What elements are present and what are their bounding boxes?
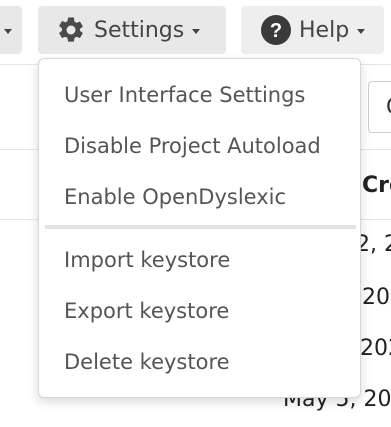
gear-icon <box>56 15 86 45</box>
menu-item-enable-opendyslexic[interactable]: Enable OpenDyslexic <box>39 174 360 220</box>
app-window: Settings ? Help C Crea 2, 2 20 202 May 5… <box>0 0 391 427</box>
table-cell-date: 202 <box>360 336 391 361</box>
toolbar-left-dropdown-button[interactable] <box>0 6 22 54</box>
menu-item-delete-keystore[interactable]: Delete keystore <box>39 339 360 385</box>
menu-divider <box>45 225 356 229</box>
settings-dropdown-menu: User Interface Settings Disable Project … <box>38 58 361 398</box>
chevron-down-icon <box>4 28 12 34</box>
column-header-created[interactable]: Crea <box>362 173 391 198</box>
svg-text:?: ? <box>270 20 282 42</box>
top-toolbar: Settings ? Help <box>0 0 391 65</box>
menu-item-export-keystore[interactable]: Export keystore <box>39 288 360 334</box>
table-header-control-label: C <box>386 95 391 120</box>
question-circle-icon: ? <box>261 15 291 45</box>
help-button-label: Help <box>299 17 350 43</box>
menu-item-import-keystore[interactable]: Import keystore <box>39 237 360 283</box>
settings-button-label: Settings <box>94 17 185 43</box>
table-cell-date: 2, 2 <box>356 232 391 257</box>
chevron-down-icon <box>357 28 366 34</box>
menu-item-disable-project-autoload[interactable]: Disable Project Autoload <box>39 123 360 169</box>
help-button[interactable]: ? Help <box>241 6 384 54</box>
chevron-down-icon <box>192 28 201 34</box>
menu-item-user-interface-settings[interactable]: User Interface Settings <box>39 72 360 118</box>
table-cell-date: 20 <box>362 285 390 310</box>
settings-button[interactable]: Settings <box>38 6 226 54</box>
